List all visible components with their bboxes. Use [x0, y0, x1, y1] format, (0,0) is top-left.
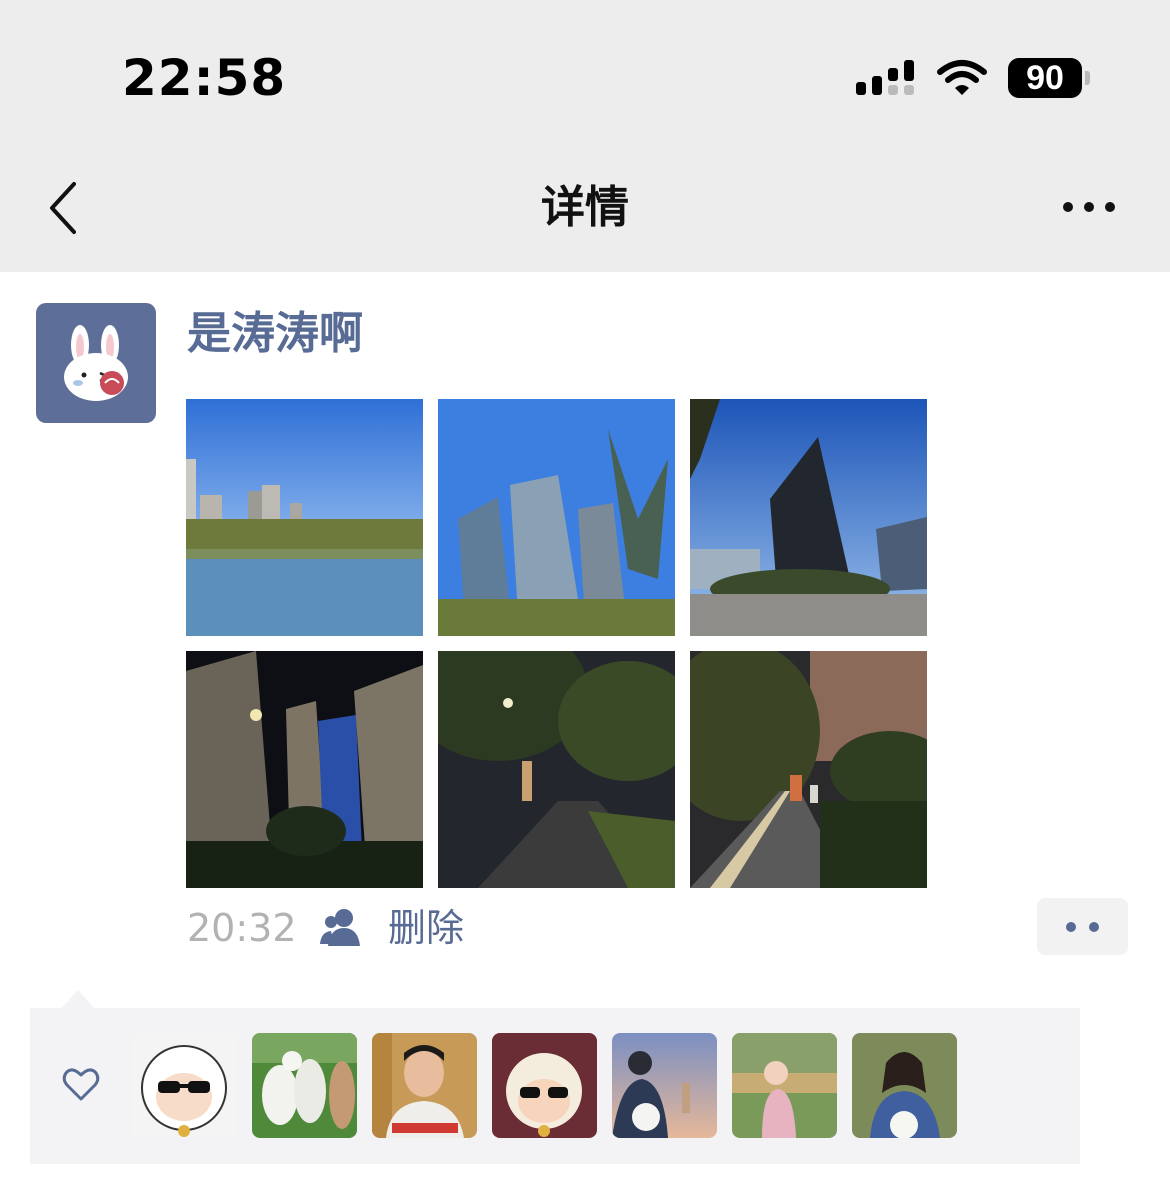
post-photo-6[interactable] — [690, 651, 927, 888]
status-time: 22:58 — [122, 49, 287, 107]
post-photo-2[interactable] — [438, 399, 675, 636]
author-name[interactable]: 是涛涛啊 — [187, 306, 363, 362]
liker-avatar-7[interactable] — [852, 1033, 957, 1138]
photo-grid — [186, 399, 928, 889]
liker-avatar-5[interactable] — [612, 1033, 717, 1138]
two-dots-icon — [1066, 922, 1099, 932]
visibility-people-icon[interactable] — [318, 906, 364, 946]
cellular-signal-icon — [856, 60, 914, 95]
wifi-icon — [937, 60, 987, 95]
post-photo-5[interactable] — [438, 651, 675, 888]
post-time: 20:32 — [187, 906, 297, 950]
liker-avatar-2[interactable] — [252, 1033, 357, 1138]
heart-icon — [62, 1068, 100, 1101]
more-icon[interactable] — [1058, 190, 1122, 224]
bunny-avatar-icon — [64, 325, 128, 401]
battery-cap — [1085, 71, 1090, 85]
page-title: 详情 — [541, 182, 629, 233]
battery-indicator: 90 — [1008, 58, 1082, 98]
post-photo-4[interactable] — [186, 651, 423, 888]
post-photo-3[interactable] — [690, 399, 927, 636]
author-avatar[interactable] — [36, 303, 156, 423]
liker-avatar-6[interactable] — [732, 1033, 837, 1138]
delete-link[interactable]: 删除 — [388, 904, 464, 952]
likes-panel-arrow — [60, 990, 96, 1010]
liker-avatar-1[interactable] — [132, 1033, 237, 1138]
post-photo-1[interactable] — [186, 399, 423, 636]
comment-like-menu-button[interactable] — [1037, 898, 1128, 955]
liker-avatar-4[interactable] — [492, 1033, 597, 1138]
liker-avatar-3[interactable] — [372, 1033, 477, 1138]
